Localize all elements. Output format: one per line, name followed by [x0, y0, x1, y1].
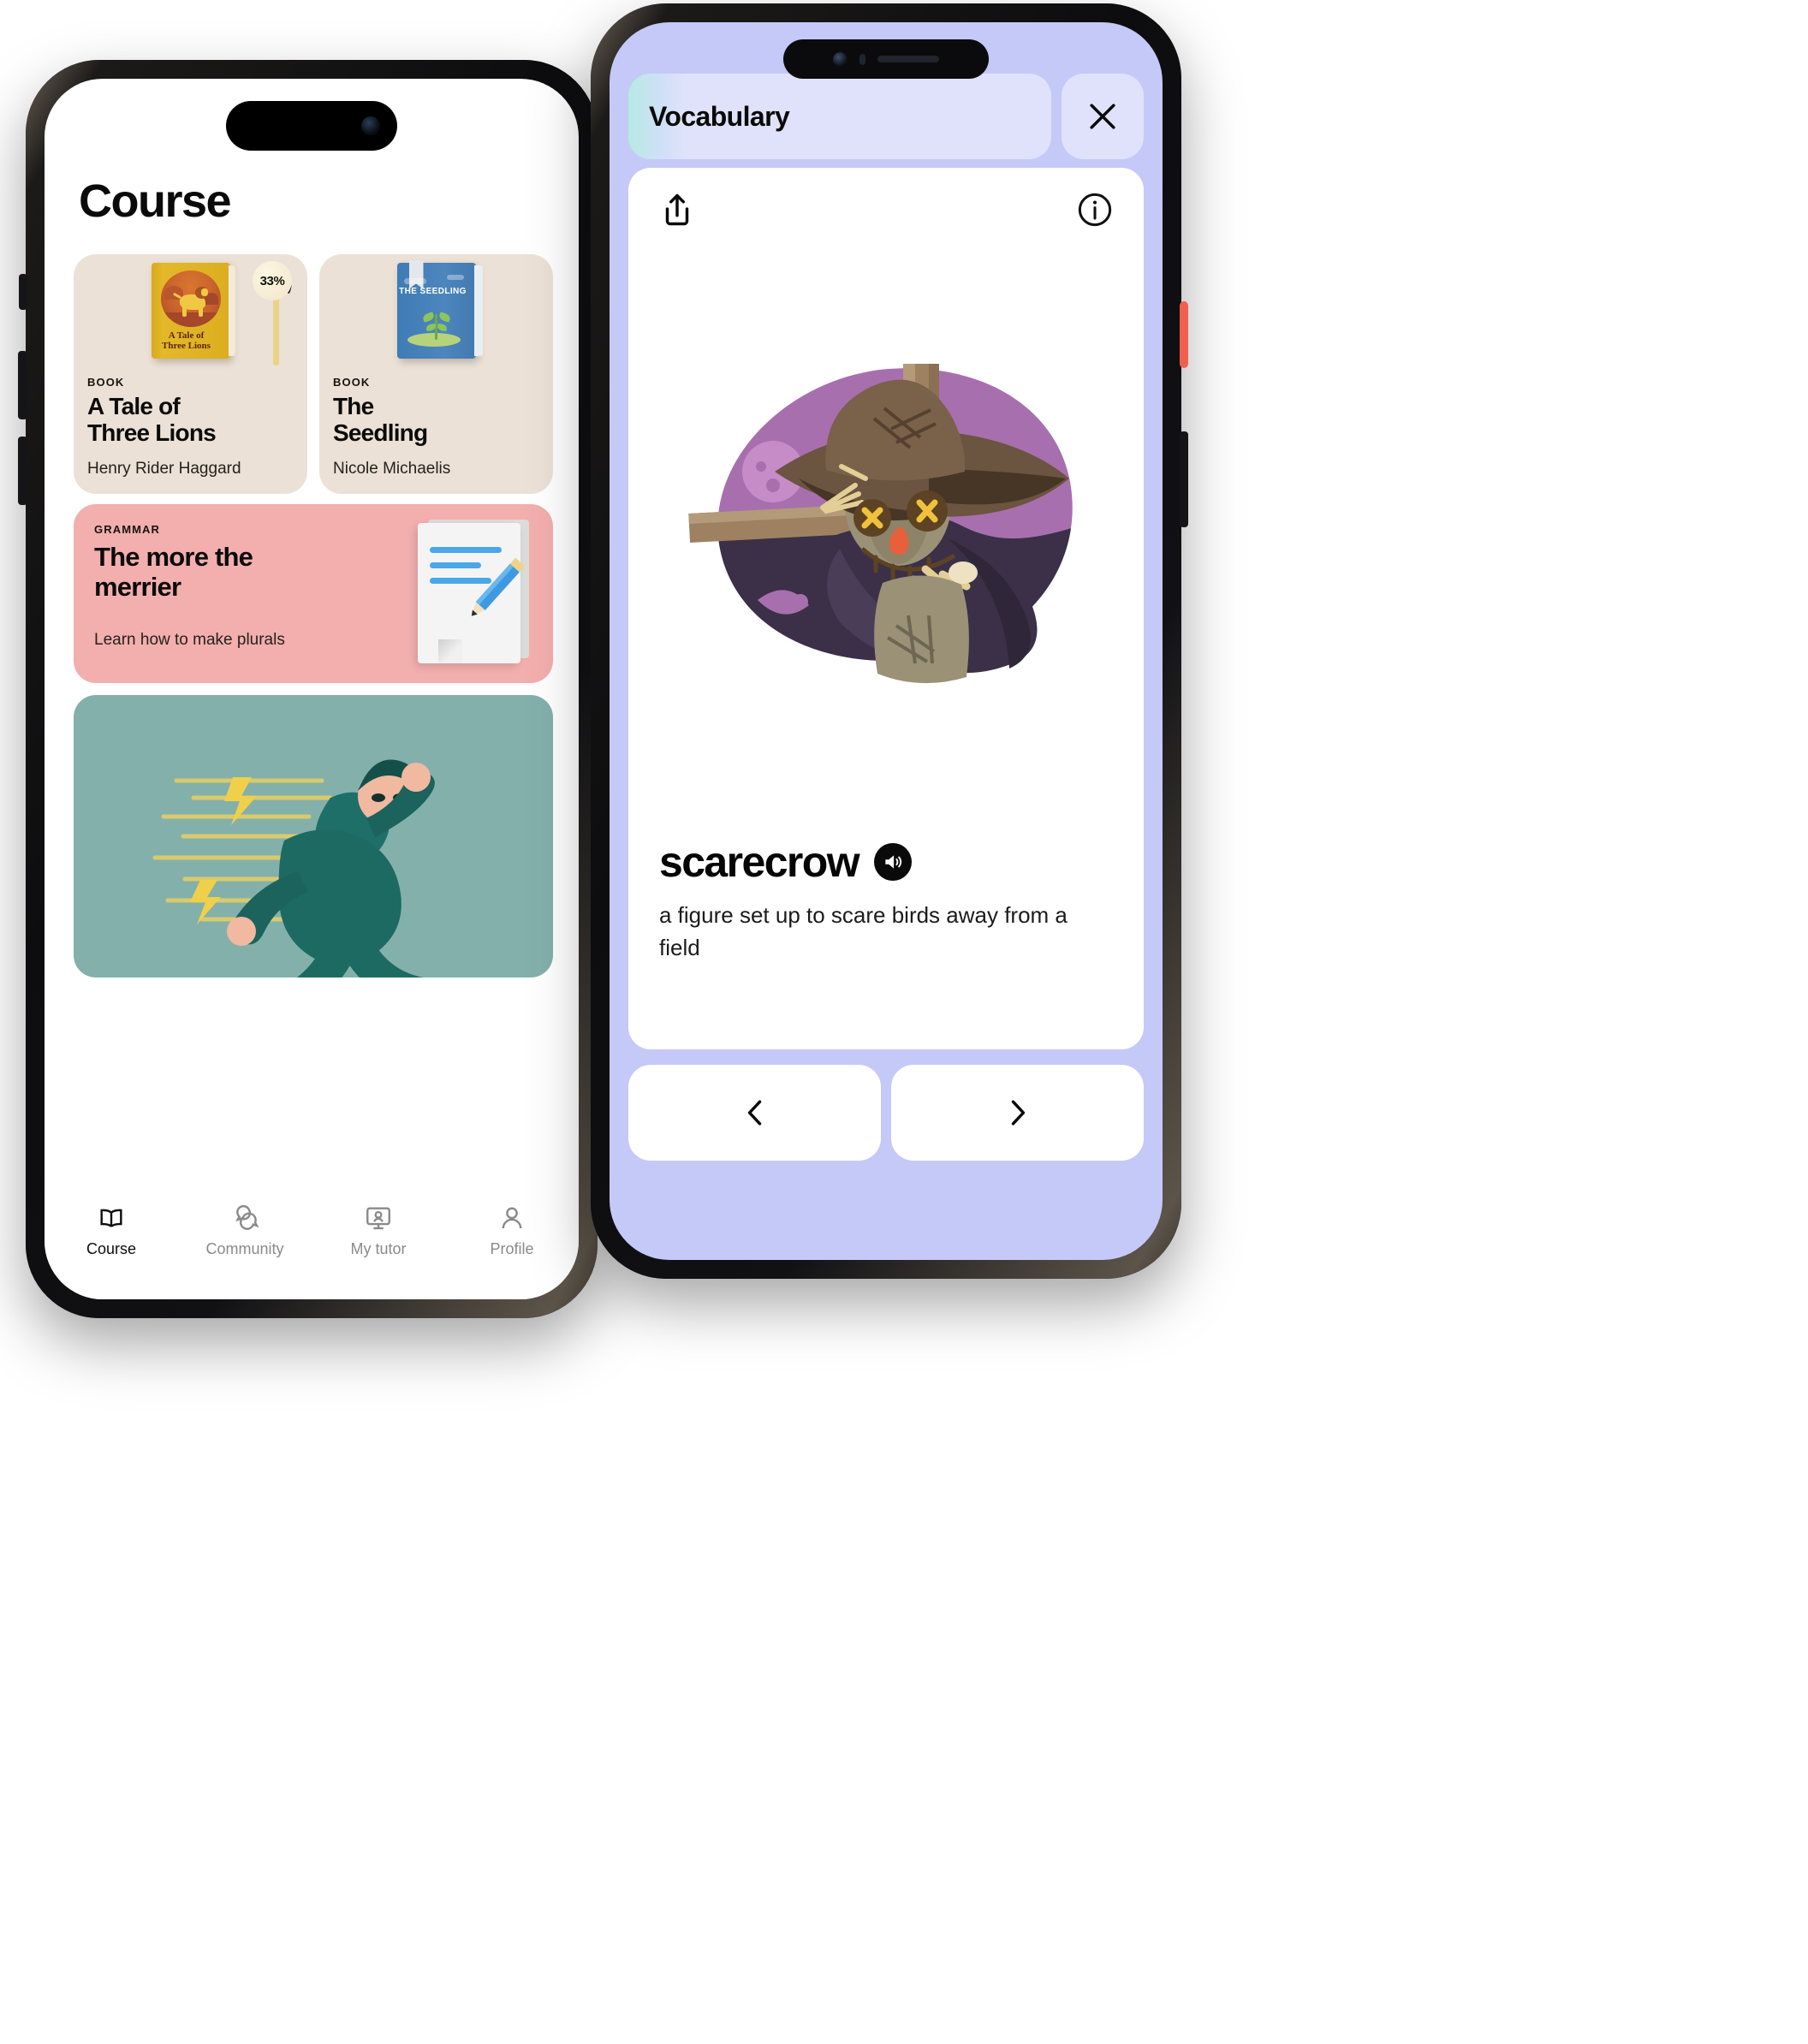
- open-book-icon: [100, 1209, 122, 1227]
- tab-label: Course: [86, 1240, 137, 1257]
- book-card-tale-of-three-lions[interactable]: A Tale of Three Lions 33% BOOK A Tale of…: [74, 254, 307, 494]
- grammar-card-kicker: GRAMMAR: [94, 523, 161, 536]
- share-button[interactable]: [657, 190, 697, 234]
- book-pages-edge: [228, 265, 237, 356]
- book-card-row: A Tale of Three Lions 33% BOOK A Tale of…: [74, 254, 553, 494]
- left-phone-volume-up[interactable]: [18, 351, 27, 419]
- bottom-tab-bar: Course Community My tutor Profile: [45, 1189, 579, 1299]
- tab-label: My tutor: [350, 1240, 407, 1257]
- grammar-card[interactable]: GRAMMAR The more the merrier Learn how t…: [74, 504, 553, 683]
- tab-profile[interactable]: Profile: [445, 1190, 579, 1299]
- book-cover-wrap: THE SEEDLING: [319, 259, 553, 362]
- dynamic-island: [226, 101, 397, 151]
- front-camera-icon: [361, 116, 380, 135]
- book-card-the-seedling[interactable]: THE SEEDLING BOOK The Seedling Nicole Mi…: [319, 254, 553, 494]
- previous-word-button[interactable]: [628, 1065, 881, 1161]
- card-title: The Seedling: [333, 393, 428, 446]
- pronounce-button[interactable]: [874, 843, 912, 881]
- running-superhero-illustration: [152, 759, 435, 977]
- close-icon: [1090, 104, 1115, 129]
- info-button[interactable]: [1075, 190, 1115, 234]
- grammar-card-subtitle: Learn how to make plurals: [94, 631, 285, 649]
- hero-lesson-card[interactable]: [74, 695, 553, 977]
- vocabulary-tab-label: Vocabulary: [649, 100, 790, 132]
- earpiece-speaker: [877, 56, 939, 62]
- vocabulary-card: scarecrow a figure set up to scare birds…: [628, 168, 1144, 1049]
- bookmark-ribbon-icon: [408, 260, 424, 289]
- chevron-left-icon: [747, 1100, 761, 1126]
- card-kicker: BOOK: [333, 376, 371, 389]
- next-word-button[interactable]: [891, 1065, 1144, 1161]
- info-icon: [1078, 193, 1112, 227]
- seedling-ground: [407, 333, 461, 347]
- close-button[interactable]: [1062, 74, 1144, 159]
- vocabulary-tab[interactable]: Vocabulary: [628, 74, 1051, 159]
- scarecrow-artwork: [688, 364, 1073, 684]
- left-phone-screen: Course A Tale of Three Lions 33% BOOK A …: [45, 79, 579, 1299]
- progress-percent-label: 33%: [253, 261, 292, 300]
- book-cover-tale-of-three-lions: A Tale of Three Lions: [151, 263, 237, 359]
- scarecrow-illustration: [628, 330, 1144, 698]
- share-icon: [665, 193, 689, 226]
- vocabulary-definition: a figure set up to scare birds away from…: [659, 902, 1068, 960]
- right-phone-action-button[interactable]: [1180, 301, 1188, 368]
- left-phone-device: Course A Tale of Three Lions 33% BOOK A …: [18, 60, 598, 1318]
- book-cover-title: THE SEEDLING: [399, 287, 467, 296]
- front-camera-notch: [783, 39, 989, 79]
- document-pencil-illustration: [397, 518, 541, 670]
- left-phone-volume-down[interactable]: [18, 437, 27, 505]
- chat-bubbles-icon: [235, 1204, 259, 1230]
- left-phone-mute-switch[interactable]: [19, 274, 27, 310]
- grammar-card-title: The more the merrier: [94, 542, 253, 603]
- front-camera-icon: [833, 51, 848, 67]
- right-phone-power-button[interactable]: [1180, 431, 1188, 527]
- card-title: A Tale of Three Lions: [87, 393, 217, 446]
- sensor-icon: [859, 53, 865, 65]
- book-cover-the-seedling: THE SEEDLING: [396, 260, 483, 359]
- card-author: Nicole Michaelis: [333, 460, 451, 478]
- tab-label: Community: [205, 1240, 284, 1257]
- vocabulary-header: Vocabulary: [628, 74, 1144, 159]
- right-phone-screen: Vocabulary scarecrow a figure set up to …: [610, 22, 1163, 1260]
- book-cover-title: A Tale of Three Lions: [162, 330, 211, 352]
- tab-course[interactable]: Course: [45, 1190, 178, 1299]
- right-phone-device: Vocabulary scarecrow a figure set up to …: [591, 3, 1188, 1279]
- lion-illustration: [160, 270, 221, 327]
- speaker-icon: [885, 855, 902, 869]
- tab-community[interactable]: Community: [178, 1190, 312, 1299]
- card-kicker: BOOK: [87, 376, 125, 389]
- pencil-icon: [471, 557, 526, 616]
- book-pages-edge: [473, 265, 483, 356]
- word-row: scarecrow: [659, 837, 912, 887]
- progress-badge: 33%: [253, 261, 297, 306]
- card-author: Henry Rider Haggard: [87, 460, 241, 478]
- person-icon: [502, 1207, 522, 1229]
- vocabulary-nav: [628, 1065, 1144, 1161]
- tab-label: Profile: [490, 1240, 534, 1257]
- vocabulary-word: scarecrow: [659, 838, 860, 886]
- page-title: Course: [79, 175, 232, 227]
- chevron-right-icon: [1011, 1100, 1025, 1126]
- monitor-person-icon: [366, 1207, 390, 1230]
- tab-my-tutor[interactable]: My tutor: [312, 1190, 445, 1299]
